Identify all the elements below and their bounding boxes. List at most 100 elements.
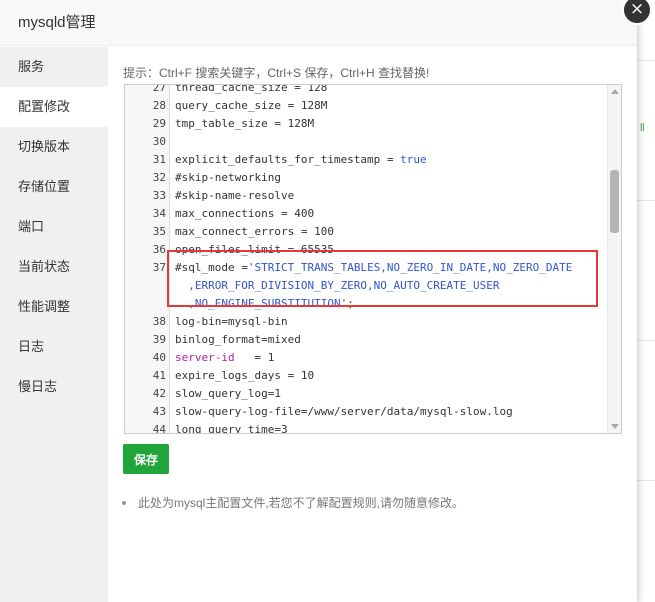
- code-token: open_files_limit = 65535: [175, 243, 334, 256]
- line-number: 35: [152, 225, 166, 238]
- bullet-icon: [122, 500, 126, 505]
- code-token: ,ERROR_FOR_DIVISION_BY_ZERO,NO_AUTO_CREA…: [175, 279, 500, 292]
- code-line[interactable]: 38 log-bin=mysql-bin: [125, 313, 621, 331]
- background-page: [637, 0, 655, 602]
- line-number: 41: [152, 369, 166, 382]
- code-line[interactable]: 30: [125, 133, 621, 151]
- line-number: 28: [152, 99, 166, 112]
- code-text: query_cache_size = 128M: [175, 97, 327, 115]
- code-text: log-bin=mysql-bin: [175, 313, 288, 331]
- code-line[interactable]: ,NO_ENGINE_SUBSTITUTION';: [125, 295, 621, 313]
- code-line[interactable]: 35 max_connect_errors = 100: [125, 223, 621, 241]
- line-number: 40: [152, 351, 166, 364]
- background-glyph: Ⅱ: [639, 122, 645, 134]
- sidebar-item[interactable]: 配置修改: [0, 87, 108, 127]
- code-text: binlog_format=mixed: [175, 331, 301, 349]
- code-line[interactable]: 44 long_query_time=3: [125, 421, 621, 434]
- sidebar-item[interactable]: 存储位置: [0, 167, 108, 207]
- code-line[interactable]: 28 query_cache_size = 128M: [125, 97, 621, 115]
- code-token: expire_logs_days = 10: [175, 369, 315, 382]
- code-line[interactable]: 39 binlog_format=mixed: [125, 331, 621, 349]
- dialog-title: mysqld管理: [0, 0, 637, 46]
- config-warning-note: 此处为mysql主配置文件,若您不了解配置规则,请勿随意修改。: [122, 494, 464, 511]
- line-number: 27: [152, 84, 166, 94]
- line-number: 32: [152, 171, 166, 184]
- sidebar-item[interactable]: 性能调整: [0, 287, 108, 327]
- code-token: log-bin=mysql-bin: [175, 315, 288, 328]
- line-number: 31: [152, 153, 166, 166]
- code-line[interactable]: 40 server-id = 1: [125, 349, 621, 367]
- code-text: slow-query-log-file=/www/server/data/mys…: [175, 403, 513, 421]
- config-panel: 提示：Ctrl+F 搜索关键字，Ctrl+S 保存，Ctrl+H 查找替换! 2…: [108, 47, 637, 602]
- code-token: #skip-name-resolve: [175, 189, 295, 202]
- code-line[interactable]: 41 expire_logs_days = 10: [125, 367, 621, 385]
- code-token: ;: [347, 297, 354, 310]
- line-number: 44: [152, 423, 166, 434]
- code-line[interactable]: 43 slow-query-log-file=/www/server/data/m…: [125, 403, 621, 421]
- line-number: 38: [152, 315, 166, 328]
- sidebar-item[interactable]: 端口: [0, 207, 108, 247]
- code-line[interactable]: 42 slow_query_log=1: [125, 385, 621, 403]
- code-text: expire_logs_days = 10: [175, 367, 314, 385]
- code-text: open_files_limit = 65535: [175, 241, 334, 259]
- code-token: long_query_time=3: [175, 423, 288, 434]
- sidebar-item[interactable]: 慢日志: [0, 367, 108, 407]
- code-text: slow_query_log=1: [175, 385, 281, 403]
- code-text: #skip-networking: [175, 169, 281, 187]
- code-line[interactable]: 34 max_connections = 400: [125, 205, 621, 223]
- sidebar-item[interactable]: 切换版本: [0, 127, 108, 167]
- line-number: 30: [152, 135, 166, 148]
- code-token: explicit_defaults_for_timestamp =: [175, 153, 401, 166]
- code-text: explicit_defaults_for_timestamp = true: [175, 151, 427, 169]
- sidebar-item[interactable]: 服务: [0, 47, 108, 87]
- sidebar-item[interactable]: 当前状态: [0, 247, 108, 287]
- save-button[interactable]: 保存: [123, 444, 169, 474]
- code-token: slow-query-log-file=/www/server/data/mys…: [175, 405, 513, 418]
- code-text: server-id = 1: [175, 349, 274, 367]
- scroll-up-icon[interactable]: [611, 89, 619, 94]
- code-text: ,ERROR_FOR_DIVISION_BY_ZERO,NO_AUTO_CREA…: [175, 277, 500, 295]
- code-text: thread_cache_size = 128: [175, 85, 327, 97]
- code-line[interactable]: 27 thread_cache_size = 128: [125, 84, 621, 97]
- line-number: 34: [152, 207, 166, 220]
- line-number: 29: [152, 117, 166, 130]
- line-number: 39: [152, 333, 166, 346]
- code-token: slow_query_log=1: [175, 387, 281, 400]
- code-line[interactable]: 36 open_files_limit = 65535: [125, 241, 621, 259]
- sidebar-menu: 服务 配置修改 切换版本 存储位置 端口 当前状态 性能调整 日志 慢日志: [0, 47, 108, 602]
- line-number: 36: [152, 243, 166, 256]
- line-number: 33: [152, 189, 166, 202]
- sidebar-item[interactable]: 日志: [0, 327, 108, 367]
- code-token: tmp_table_size = 128M: [175, 117, 315, 130]
- code-text: #skip-name-resolve: [175, 187, 294, 205]
- code-text: tmp_table_size = 128M: [175, 115, 314, 133]
- code-token: max_connections = 400: [175, 207, 315, 220]
- line-number: 42: [152, 387, 166, 400]
- code-line[interactable]: 29 tmp_table_size = 128M: [125, 115, 621, 133]
- code-token: = 1: [234, 351, 275, 364]
- scroll-down-icon[interactable]: [611, 424, 619, 429]
- code-line[interactable]: 33 #skip-name-resolve: [125, 187, 621, 205]
- code-token: query_cache_size = 128M: [175, 99, 328, 112]
- code-line[interactable]: 31 explicit_defaults_for_timestamp = true: [125, 151, 621, 169]
- code-text: max_connections = 400: [175, 205, 314, 223]
- code-line[interactable]: ,ERROR_FOR_DIVISION_BY_ZERO,NO_AUTO_CREA…: [125, 277, 621, 295]
- code-token: server-id: [175, 351, 235, 364]
- code-text: #sql_mode ='STRICT_TRANS_TABLES,NO_ZERO_…: [175, 259, 572, 277]
- config-warning-text: 此处为mysql主配置文件,若您不了解配置规则,请勿随意修改。: [138, 496, 465, 510]
- code-token: #skip-networking: [175, 171, 281, 184]
- code-text: max_connect_errors = 100: [175, 223, 334, 241]
- line-number: 37: [152, 261, 166, 274]
- mysqld-dialog: mysqld管理 服务 配置修改 切换版本 存储位置 端口 当前状态 性能调整 日志 慢日志 提…: [0, 0, 637, 602]
- config-editor[interactable]: 27 thread_cache_size = 128 28 query_cache_s…: [124, 84, 622, 434]
- code-line[interactable]: 32 #skip-networking: [125, 169, 621, 187]
- scroll-thumb[interactable]: [610, 170, 619, 233]
- code-token: ,NO_ENGINE_SUBSTITUTION': [175, 297, 348, 310]
- code-line[interactable]: 37 #sql_mode ='STRICT_TRANS_TABLES,NO_ZER…: [125, 259, 621, 277]
- code-lines: 27 thread_cache_size = 128 28 query_cache_s…: [125, 84, 621, 434]
- code-token: true: [400, 153, 427, 166]
- editor-scrollbar[interactable]: [607, 85, 621, 433]
- line-number: 43: [152, 405, 166, 418]
- code-token: binlog_format=mixed: [175, 333, 301, 346]
- code-token: max_connect_errors = 100: [175, 225, 334, 238]
